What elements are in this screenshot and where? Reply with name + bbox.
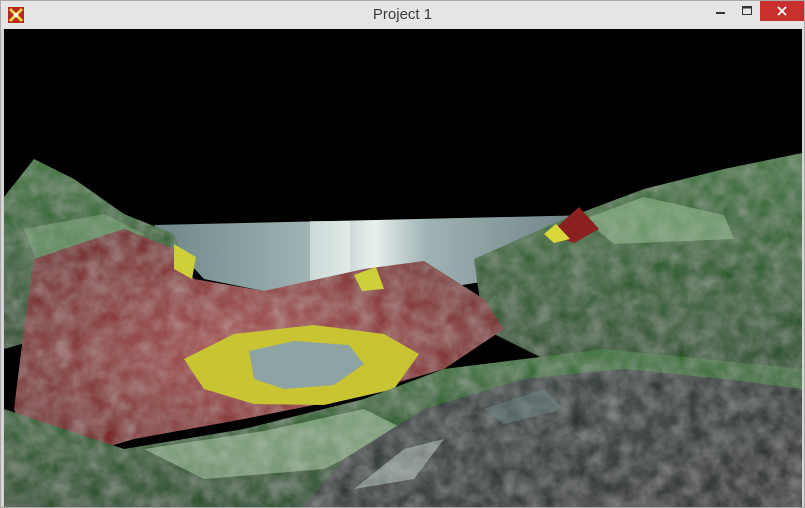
water-reflection (310, 221, 350, 281)
maximize-icon (741, 6, 752, 15)
window-title: Project 1 (372, 6, 433, 23)
maximize-button[interactable] (734, 1, 760, 21)
terrain-render (4, 29, 802, 507)
title-bar[interactable]: Project 1 (1, 1, 804, 29)
3d-terrain-viewport[interactable] (4, 29, 802, 507)
close-button[interactable] (760, 1, 804, 21)
minimize-icon (716, 12, 725, 14)
close-icon (777, 6, 787, 16)
app-logo-icon[interactable] (8, 7, 24, 23)
minimize-button[interactable] (708, 1, 734, 21)
app-window: Project 1 (0, 0, 805, 508)
